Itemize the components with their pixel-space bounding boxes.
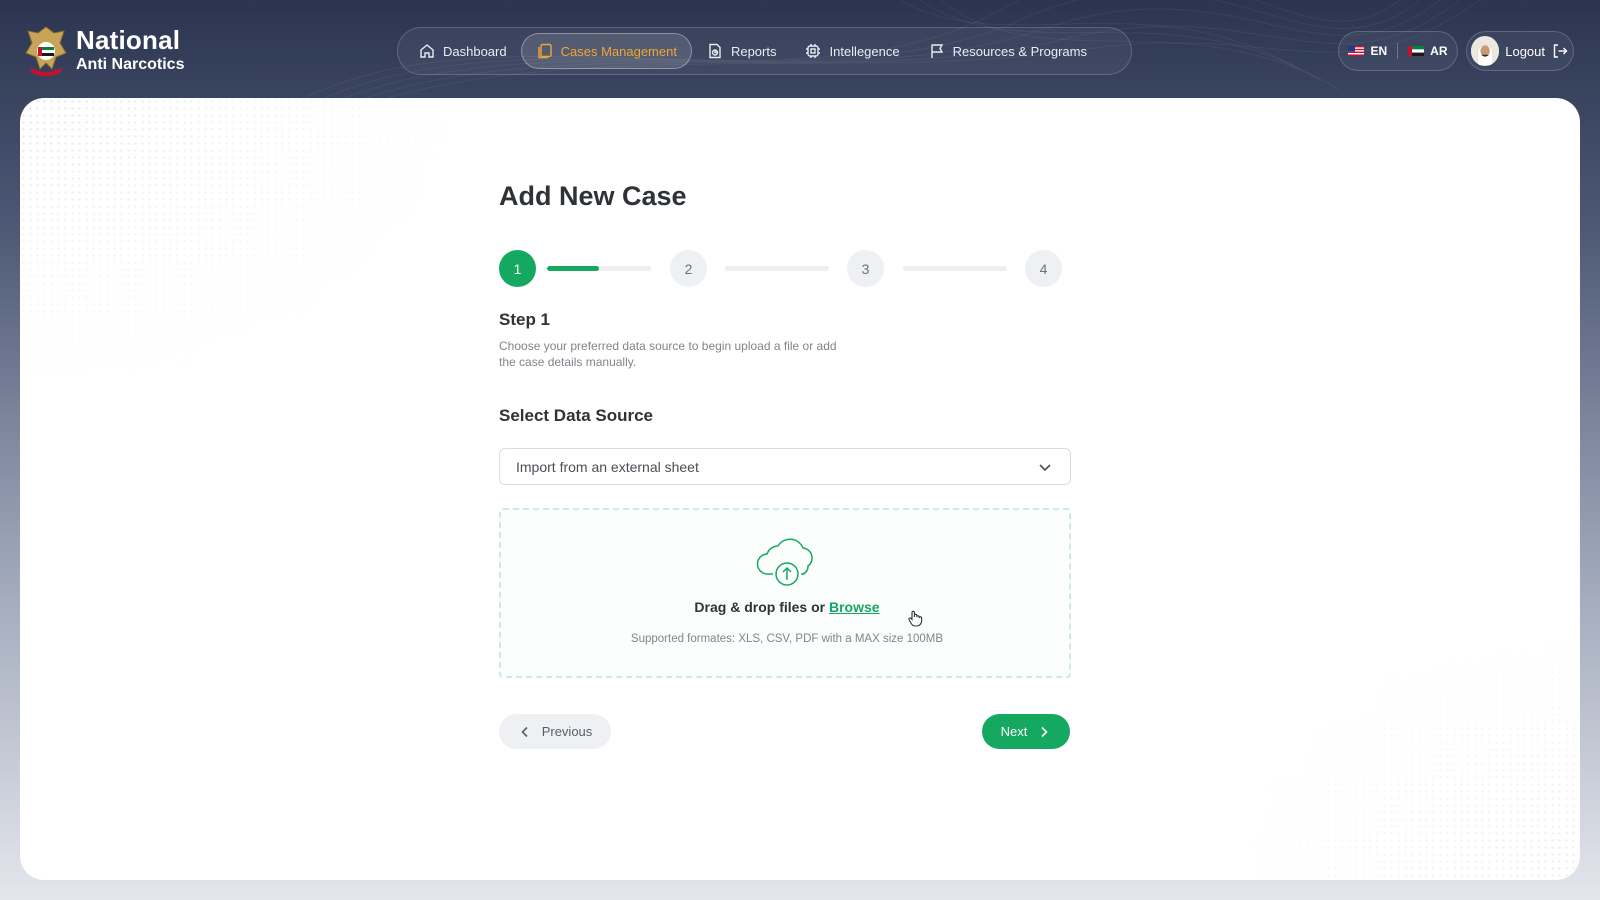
decorative-dots: [20, 98, 480, 398]
supported-formats: Supported formates: XLS, CSV, PDF with a…: [630, 633, 944, 645]
lang-en[interactable]: EN: [1348, 44, 1387, 58]
flag-icon: [930, 44, 943, 58]
browse-link[interactable]: Browse: [829, 599, 880, 615]
main-nav: Dashboard Cases Management Reports Intel…: [397, 27, 1132, 75]
data-source-value: Import from an external sheet: [516, 458, 699, 475]
file-dropzone[interactable]: Drag & drop files or Browse Supported fo…: [499, 508, 1071, 678]
nav-label: Dashboard: [443, 43, 507, 59]
step-progress-fill: [547, 266, 599, 271]
main-card: Add New Case 1 2 3 4 Step 1 Choose your …: [20, 98, 1580, 880]
uae-flag-icon: [1408, 46, 1425, 56]
step-track-2: [725, 266, 829, 271]
previous-label: Previous: [541, 724, 593, 739]
nav-label: Reports: [730, 43, 777, 59]
nav-intellegence[interactable]: Intellegence: [790, 33, 913, 69]
copy-icon: [537, 43, 552, 59]
lang-ar[interactable]: AR: [1408, 44, 1448, 58]
add-case-form: Add New Case 1 2 3 4 Step 1 Choose your …: [499, 180, 1071, 749]
data-source-select[interactable]: Import from an external sheet: [499, 448, 1071, 485]
lang-divider: [1397, 43, 1399, 59]
cloud-upload-icon: [756, 538, 813, 586]
chevron-down-icon: [1039, 463, 1051, 471]
chip-icon: [806, 44, 821, 58]
step-track-3: [903, 266, 1007, 271]
language-switcher: EN AR: [1338, 31, 1458, 71]
step-description: Choose your preferred data source to beg…: [499, 339, 837, 369]
logout-label: Logout: [1505, 43, 1545, 59]
user-menu: Logout: [1466, 31, 1574, 71]
step-1[interactable]: 1: [499, 250, 536, 287]
decorative-dots: [1220, 620, 1580, 880]
reports-icon: [709, 43, 721, 59]
step-track-1: [547, 266, 651, 271]
next-label: Next: [1000, 724, 1028, 739]
nav-resources-programs[interactable]: Resources & Programs: [914, 33, 1101, 69]
home-icon: [420, 44, 434, 58]
avatar[interactable]: [1471, 36, 1500, 66]
nav-label: Cases Management: [560, 43, 677, 59]
next-button[interactable]: Next: [982, 714, 1070, 749]
nav-reports[interactable]: Reports: [692, 33, 791, 69]
stepper: 1 2 3 4: [499, 250, 1071, 288]
step-3[interactable]: 3: [847, 250, 884, 287]
top-bar: National Anti Narcotics Dashboard Cases …: [0, 0, 1600, 100]
brand[interactable]: National Anti Narcotics: [24, 23, 184, 77]
hand-cursor-icon: [908, 610, 923, 627]
page-title: Add New Case: [499, 181, 687, 211]
uae-emblem-icon: [25, 26, 67, 76]
chevron-left-icon: [521, 726, 528, 737]
step-2[interactable]: 2: [670, 250, 707, 287]
nav-cases-management[interactable]: Cases Management: [520, 33, 692, 69]
nav-dashboard[interactable]: Dashboard: [404, 33, 521, 69]
step-heading: Step 1: [499, 310, 551, 329]
dropzone-text: Drag & drop files or Browse: [501, 599, 1073, 615]
dropzone-instruction: Drag & drop files or: [694, 599, 826, 615]
nav-label: Resources & Programs: [952, 43, 1087, 59]
brand-subtitle: Anti Narcotics: [76, 56, 185, 73]
step-4[interactable]: 4: [1025, 250, 1062, 287]
logout-button[interactable]: Logout: [1505, 42, 1569, 60]
logout-icon: [1553, 44, 1568, 58]
us-flag-icon: [1348, 46, 1365, 56]
nav-label: Intellegence: [829, 43, 900, 59]
previous-button[interactable]: Previous: [499, 714, 611, 749]
lang-ar-label: AR: [1430, 44, 1448, 58]
data-source-label: Select Data Source: [499, 406, 654, 425]
brand-name: National: [76, 25, 181, 55]
chevron-right-icon: [1041, 726, 1048, 737]
lang-en-label: EN: [1370, 44, 1388, 58]
